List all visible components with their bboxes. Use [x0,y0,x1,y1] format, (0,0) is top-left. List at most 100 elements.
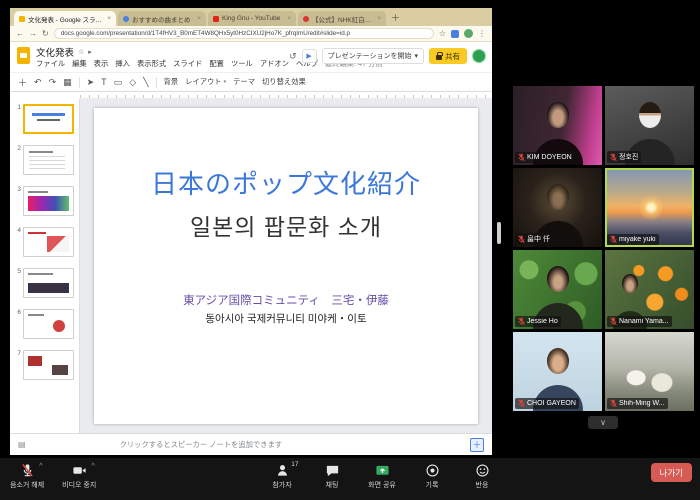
video-tile-nanami[interactable]: Nanami Yama... [605,250,694,329]
present-dropdown-caret[interactable]: ▾ [414,52,418,60]
paint-format-icon[interactable]: ▦ [63,77,72,88]
more-participants-chevron[interactable]: ∨ [588,416,618,429]
undo-icon[interactable]: ↶ [34,77,42,88]
slide-thumbnail-4[interactable]: 4 [12,227,76,257]
slide-thumbnail-preview[interactable] [23,104,74,134]
menu-arrange[interactable]: 配置 [209,59,224,69]
tab-nhk[interactable]: 【公式】NHK紅白歌合戦「紅白」 × [298,11,386,26]
slide-thumbnail-2[interactable]: 2 [12,145,76,175]
slide-thumbnail-preview[interactable] [23,350,74,380]
extension-icon[interactable] [451,30,459,38]
video-tile-choi-gayeon[interactable]: CHOI GAYEON [513,332,602,411]
layout-button[interactable]: レイアウト▾ [185,77,226,87]
menu-slide[interactable]: スライド [173,59,202,69]
redo-icon[interactable]: ↷ [49,77,57,88]
forward-icon[interactable]: → [29,29,37,38]
reactions-button[interactable]: 반응 [467,463,497,490]
tab-label: おすすめの曲まとめ [132,14,194,24]
record-button[interactable]: 기록 [417,463,447,490]
star-document-icon[interactable]: ☆ [78,48,84,56]
back-icon[interactable]: ← [16,29,24,38]
move-folder-icon[interactable]: ▸ [88,48,92,56]
chat-button[interactable]: 채팅 [317,463,347,490]
slide-thumbnail-7[interactable]: 7 [12,350,76,380]
slide-thumbnail-3[interactable]: 3 [12,186,76,216]
video-options-caret[interactable]: ^ [91,463,94,470]
slides-app-icon[interactable] [17,47,30,64]
slide-thumbnail-5[interactable]: 5 [12,268,76,298]
slide-thumbnail-1[interactable]: 1 [12,104,76,134]
unmute-button[interactable]: ^ 음소거 해제 [10,463,44,490]
slide-thumbnail-preview[interactable] [23,145,74,175]
line-icon[interactable]: ╲ [143,77,148,88]
menu-view[interactable]: 表示 [94,59,109,69]
video-tile-miyake-yuki-active-speaker[interactable]: miyake yuki [605,168,694,247]
notes-layout-icon[interactable]: ▤ [18,440,26,449]
slide-subtitle-japanese[interactable]: 東アジア国際コミュニティ 三宅・伊藤 [94,292,478,308]
slide-thumbnail-preview[interactable] [23,186,74,216]
present-button[interactable]: プレゼンテーションを開始 ▾ [322,48,424,64]
tab-close-icon[interactable]: × [287,15,291,22]
menu-edit[interactable]: 編集 [72,59,87,69]
image-icon[interactable]: ▭ [114,77,123,88]
menu-format[interactable]: 表示形式 [137,59,166,69]
record-icon [425,463,440,478]
browser-tab-bar: 文化発表 - Google スライド × おすすめの曲まとめ × King Gn… [10,8,492,26]
menu-addons[interactable]: アドオン [260,59,289,69]
document-title[interactable]: 文化発表 [36,45,74,59]
shape-icon[interactable]: ◇ [129,77,136,88]
current-slide[interactable]: 日本のポップ文化紹介 일본의 팝문화 소개 東アジア国際コミュニティ 三宅・伊藤… [94,108,478,424]
add-comment-button[interactable]: ＋ [470,438,484,452]
participants-button[interactable]: 17 참가자 [267,463,297,490]
share-button[interactable]: 共有 [429,48,467,64]
bookmark-star-icon[interactable]: ☆ [439,29,446,38]
slide-thumbnail-preview[interactable] [23,227,74,257]
camera-icon [72,463,87,478]
history-icon[interactable]: ↺ [289,51,297,62]
slide-number: 7 [12,350,21,357]
video-tile-kim-doyeon[interactable]: KIM DOYEON [513,86,602,165]
new-tab-icon[interactable]: ＋ [391,11,400,24]
url-field[interactable]: docs.google.com/presentation/d/1T4fHV3_B… [54,28,434,39]
chat-label: 채팅 [326,480,339,490]
menu-tools[interactable]: ツール [231,59,253,69]
stop-video-button[interactable]: ^ 비디오 중지 [62,463,96,490]
add-slide-icon[interactable]: ＋ [18,76,27,89]
tab-youtube[interactable]: King Gnu - YouTube × [208,11,296,26]
background-button[interactable]: 背景 [164,77,179,87]
theme-button[interactable]: テーマ [233,77,255,87]
slide-thumbnail-preview[interactable] [23,268,74,298]
select-cursor-icon[interactable]: ➤ [87,77,95,88]
browser-profile-avatar[interactable] [464,29,473,38]
transition-button[interactable]: 切り替え効果 [262,77,306,87]
video-tile-shih-ming[interactable]: Shih-Ming W... [605,332,694,411]
slide-title-japanese[interactable]: 日本のポップ文化紹介 [94,164,478,201]
video-tile-hatanaka[interactable]: 畠中 仟 [513,168,602,247]
menu-file[interactable]: ファイル [36,59,65,69]
share-screen-button[interactable]: 화면 공유 [367,463,397,490]
browser-address-bar: ← → ↻ docs.google.com/presentation/d/1T4… [10,26,492,42]
tab-label: 【公式】NHK紅白歌合戦「紅白」 [312,14,374,24]
panel-resize-handle[interactable] [497,222,501,244]
leave-meeting-button[interactable]: 나가기 [651,463,692,482]
slide-subtitle-korean[interactable]: 동아시아 국제커뮤니티 미야케・이토 [94,311,478,326]
account-avatar[interactable] [472,49,486,63]
video-tile-jessie-ho[interactable]: Jessie Ho [513,250,602,329]
lock-icon [436,55,442,60]
browser-menu-kebab-icon[interactable]: ⋮ [478,29,486,38]
slide-thumbnail-6[interactable]: 6 [12,309,76,339]
tab-slides[interactable]: 文化発表 - Google スライド × [14,11,116,26]
menu-insert[interactable]: 挿入 [115,59,130,69]
tab-music[interactable]: おすすめの曲まとめ × [118,11,206,26]
tab-close-icon[interactable]: × [107,15,111,22]
video-tile-jeong-hojin[interactable]: 정호진 [605,86,694,165]
mic-options-caret[interactable]: ^ [39,463,42,470]
tab-close-icon[interactable]: × [197,15,201,22]
tab-close-icon[interactable]: × [377,15,381,22]
slide-title-korean[interactable]: 일본의 팝문화 소개 [94,208,478,242]
speaker-notes-placeholder[interactable]: クリックするとスピーカー ノートを追加できます [120,440,464,450]
text-box-icon[interactable]: T [101,77,107,87]
reload-icon[interactable]: ↻ [42,29,49,38]
slide-thumbnail-preview[interactable] [23,309,74,339]
slideshow-icon-button[interactable]: ▶ [302,49,317,63]
